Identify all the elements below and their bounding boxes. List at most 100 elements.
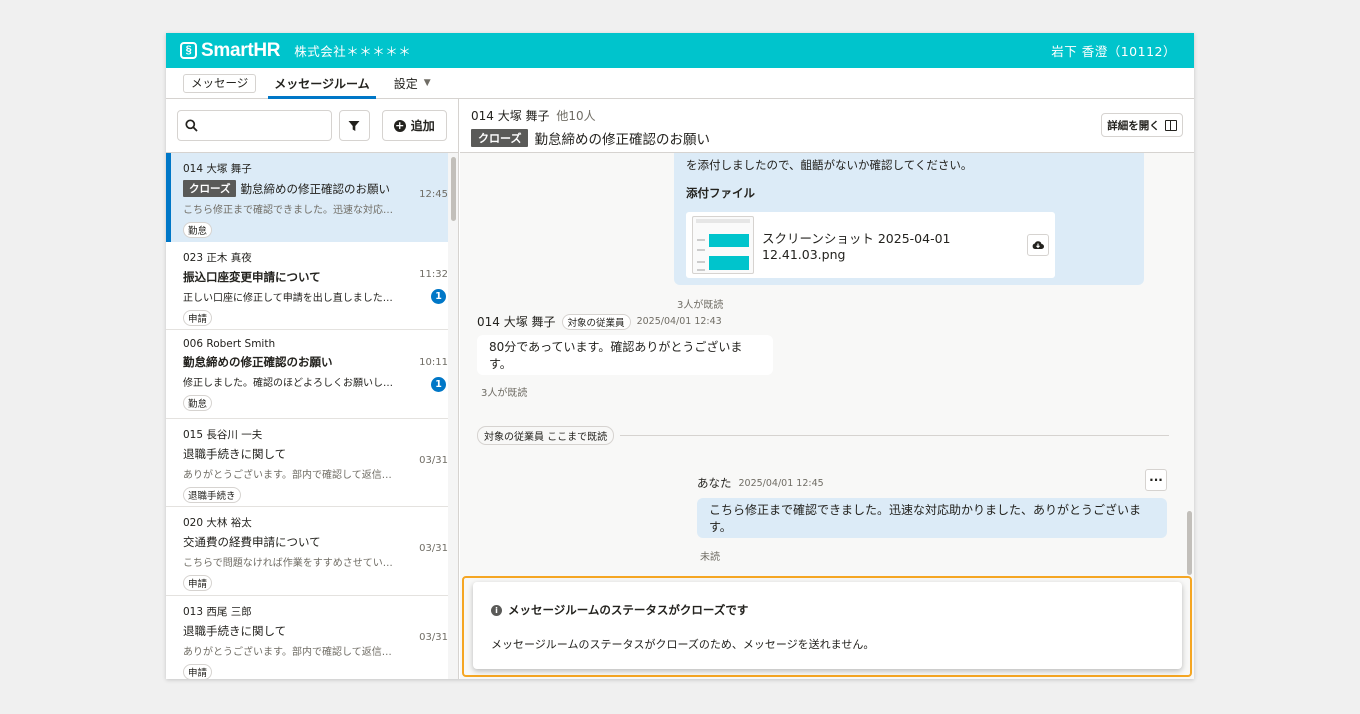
tab-settings-label: 設定 [393,76,418,91]
cloud-download-icon [1032,241,1044,249]
attachment-label: 添付ファイル [686,186,755,200]
room-category-chip: 勤怠 [183,222,213,238]
tab-message-rooms[interactable]: メッセージルーム [268,68,377,99]
room-item[interactable]: 006 Robert Smith 勤怠締めの修正確認のお願い 修正しました。確認… [166,330,448,419]
room-search-bar: + 追加 [166,99,458,153]
room-preview: こちらで問題なければ作業をすすめさせてい… [183,558,393,569]
room-item[interactable]: 020 大林 裕太 交通費の経費申請について こちらで問題なければ作業をすすめさ… [166,507,448,596]
room-member: 006 Robert Smith [183,338,276,350]
room-category-chip: 勤怠 [183,395,213,411]
top-header: § SmartHR 株式会社＊＊＊＊＊ 岩下 香澄（10112） [166,33,1194,68]
download-button[interactable] [1027,234,1049,256]
unread-status: 未読 [700,552,720,563]
read-divider: 対象の従業員 ここまで既読 [477,426,1169,445]
room-preview: 修正しました。確認のほどよろしくお願いし… [183,378,393,389]
room-list-scroll-thumb[interactable] [451,157,456,221]
room-member: 023 正木 真夜 [183,251,252,264]
room-item[interactable]: 015 長谷川 一夫 退職手続きに関して ありがとうございます。部内で確認して返… [166,419,448,507]
tab-bar: メッセージ メッセージルーム 設定 ▼ [166,68,1194,99]
message-bubble-attachment: を添付しましたので、齟齬がないか確認してください。 添付ファイル スクリーンショ… [674,153,1144,285]
room-time: 11:32 [419,268,448,280]
tab-settings[interactable]: 設定 ▼ [394,68,431,98]
room-preview: こちら修正まで確認できました。迅速な対応… [183,205,393,216]
room-header-title-row: クローズ 勤怠締めの修正確認のお願い [471,128,1184,148]
chat-panel: 014 大塚 舞子 他10人 クローズ 勤怠締めの修正確認のお願い 詳細を開く … [460,99,1194,679]
add-room-label: 追加 [410,119,435,133]
plus-circle-icon: + [393,118,406,132]
open-details-label: 詳細を開く [1107,119,1160,132]
message-header: 014 大塚 舞子 対象の従業員 2025/04/01 12:43 [477,313,722,330]
room-time: 03/31 [419,454,448,466]
room-title-row: クローズ 勤怠締めの修正確認のお願い [183,180,405,197]
room-preview: 正しい口座に修正して申請を出し直しました… [183,292,393,304]
message-header: あなた 2025/04/01 12:45 [697,475,824,491]
closed-status-tag: クローズ [471,129,529,147]
room-time: 12:45 [419,189,448,200]
logo-mark-icon: § [180,42,197,59]
room-time: 10:11 [419,357,448,368]
open-details-button[interactable]: 詳細を開く [1101,113,1183,137]
sender-name: あなた [697,476,732,490]
search-icon [185,119,198,132]
smarthr-logo[interactable]: § SmartHR [180,40,281,62]
message-timestamp: 2025/04/01 12:45 [738,477,824,489]
attachment-file-card[interactable]: スクリーンショット 2025-04-01 12.41.03.png [686,212,1055,278]
room-members: 014 大塚 舞子 他10人 [471,107,1184,124]
message-text: を添付しましたので、齟齬がないか確認してください。 [686,158,973,172]
room-item[interactable]: 014 大塚 舞子 クローズ 勤怠締めの修正確認のお願い こちら修正まで確認でき… [166,153,448,242]
info-icon: i [491,604,502,616]
room-preview: ありがとうございます。部内で確認して返信… [183,646,392,658]
room-item[interactable]: 013 西尾 三郎 退職手続きに関して ありがとうございます。部内で確認して返信… [166,596,448,679]
room-header: 014 大塚 舞子 他10人 クローズ 勤怠締めの修正確認のお願い 詳細を開く [460,99,1194,153]
room-category-chip: 退職手続き [183,486,241,503]
room-title: 退職手続きに関して [183,446,287,461]
room-category-chip: 申請 [183,309,213,326]
sender-name: 014 大塚 舞子 [477,315,556,329]
side-panel-icon [1164,119,1177,131]
room-list-scrollbar[interactable] [448,153,458,679]
company-name: 株式会社＊＊＊＊＊ [294,44,412,59]
notice-title-row: i メッセージルームのステータスがクローズです [491,602,1164,618]
more-options-button[interactable]: ··· [1145,469,1167,491]
divider-line [620,435,1169,436]
read-divider-label: 対象の従業員 ここまで既読 [477,426,615,445]
notice-title: メッセージルームのステータスがクローズです [508,603,749,617]
user-menu[interactable]: 岩下 香澄（10112） [1051,41,1176,60]
tab-messages[interactable]: メッセージ [183,73,257,93]
sender-role-chip: 対象の従業員 [561,313,631,330]
room-category-chip: 申請 [183,663,213,679]
filter-button[interactable] [338,110,370,141]
search-input[interactable] [177,110,332,141]
screenshot-thumbnail[interactable] [692,216,754,274]
app-window: § SmartHR 株式会社＊＊＊＊＊ 岩下 香澄（10112） メッセージ メ… [166,33,1194,679]
room-title: 交通費の経費申請について [183,535,321,549]
message-bubble-sent: こちら修正まで確認できました。迅速な対応助かりました、ありがとうございます。 [697,498,1167,538]
room-item[interactable]: 023 正木 真夜 振込口座変更申請について 正しい口座に修正して申請を出し直し… [166,242,448,330]
room-time: 03/31 [419,631,448,643]
room-title: 退職手続きに関して [183,623,287,638]
caret-down-icon: ▼ [423,78,431,88]
chat-scroll-thumb[interactable] [1187,511,1192,575]
more-icon: ··· [1149,473,1163,487]
room-member: 020 大林 裕太 [183,517,252,529]
message-timestamp: 2025/04/01 12:43 [636,316,722,327]
room-list-panel: + 追加 014 大塚 舞子 クローズ 勤怠締めの修正確認のお願い こちら修正ま… [166,99,459,679]
room-title: 勤怠締めの修正確認のお願い [240,181,390,196]
closed-status-tag: クローズ [183,180,237,197]
room-time: 03/31 [419,543,448,554]
room-member: 013 西尾 三郎 [183,605,252,618]
room-title: 振込口座変更申請について [183,269,321,284]
room-header-title: 勤怠締めの修正確認のお願い [534,132,710,148]
read-receipt[interactable]: 3人が既読 [481,384,527,399]
room-member: 014 大塚 舞子 [183,163,252,175]
notice-body: メッセージルームのステータスがクローズのため、メッセージを送れません。 [491,638,875,651]
room-members-extra[interactable]: 他10人 [556,109,595,123]
closed-notice: i メッセージルームのステータスがクローズです メッセージルームのステータスがク… [473,582,1182,669]
room-title: 勤怠締めの修正確認のお願い [183,355,333,369]
room-member: 015 長谷川 一夫 [183,428,263,441]
add-room-button[interactable]: + 追加 [381,110,448,141]
message-thread: を添付しましたので、齟齬がないか確認してください。 添付ファイル スクリーンショ… [460,153,1194,679]
read-receipt[interactable]: 3人が既読 [677,296,723,311]
attachment-file-name[interactable]: スクリーンショット 2025-04-01 12.41.03.png [762,228,1019,262]
room-list: 014 大塚 舞子 クローズ 勤怠締めの修正確認のお願い こちら修正まで確認でき… [166,153,448,679]
